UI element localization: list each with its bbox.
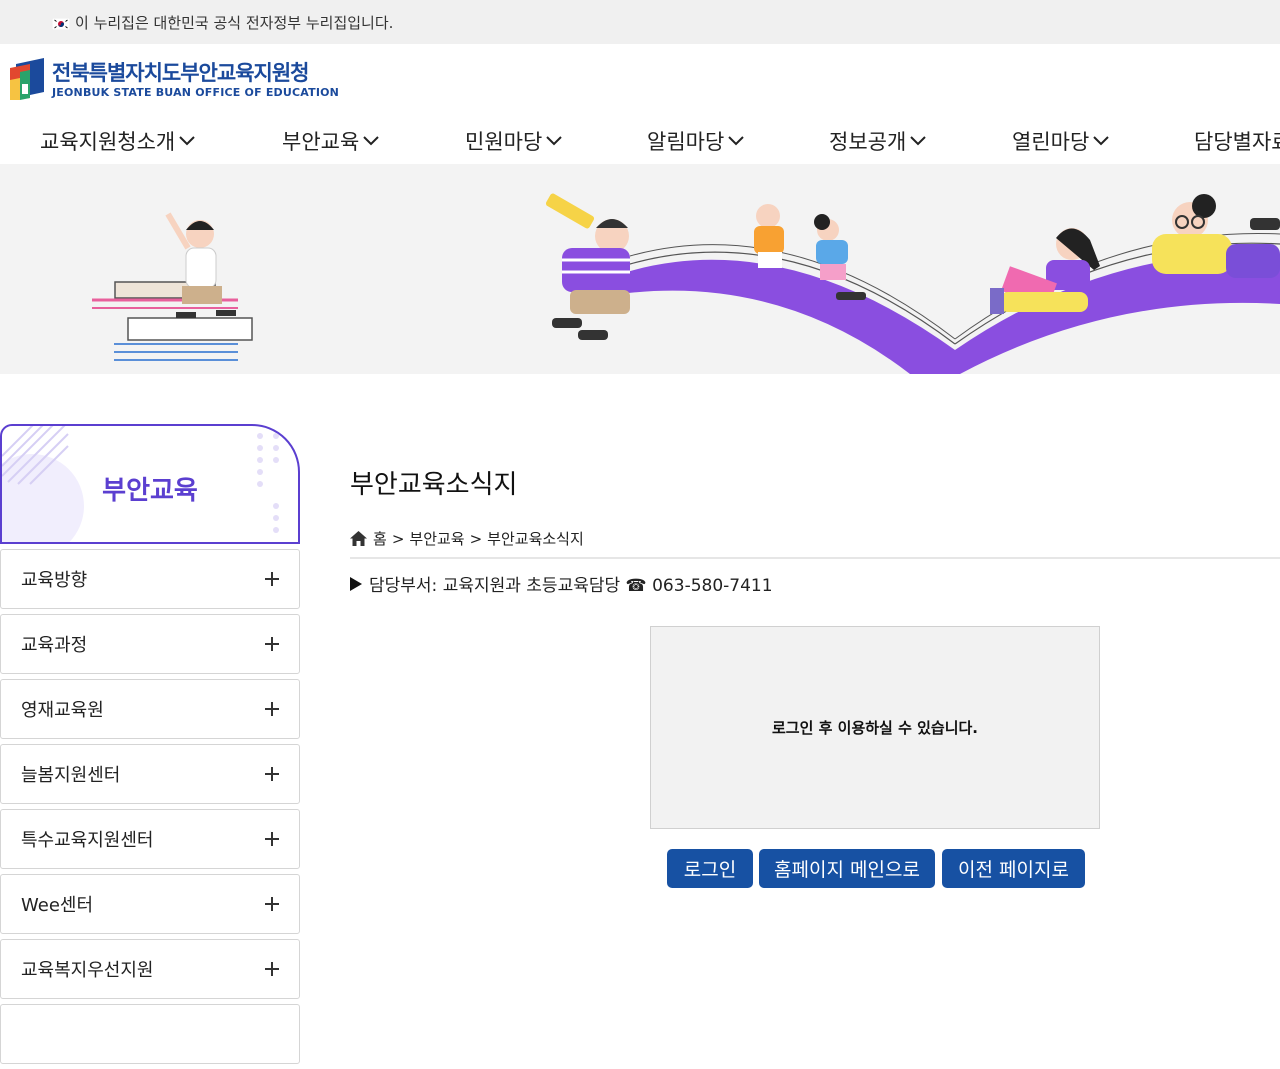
gnb-label: 부안교육 — [282, 130, 360, 154]
gnb-item-resources[interactable]: 담당별자료 — [1194, 126, 1280, 156]
plus-icon[interactable] — [265, 702, 279, 716]
sidebar-item-special-edu[interactable]: 특수교육지원센터 — [0, 809, 300, 869]
breadcrumb-level1[interactable]: 부안교육 — [409, 528, 464, 549]
dept-info-text: 담당부서: 교육지원과 초등교육담당 ☎ 063-580-7411 — [369, 576, 773, 596]
sidebar-item-gifted[interactable]: 영재교육원 — [0, 679, 300, 739]
kid-with-glasses-illustration — [1152, 194, 1280, 278]
logo-name-en: JEONBUK STATE BUAN OFFICE OF EDUCATION — [52, 85, 340, 99]
sidebar-item-curriculum[interactable]: 교육과정 — [0, 614, 300, 674]
sidebar-item-label: 교육방향 — [21, 570, 88, 591]
sidebar-item-welfare[interactable]: 교육복지우선지원 — [0, 939, 300, 999]
sidebar-item-wee-center[interactable]: Wee센터 — [0, 874, 300, 934]
girl-with-book-illustration — [990, 228, 1100, 314]
home-main-button[interactable]: 홈페이지 메인으로 — [759, 849, 935, 888]
sidebar-title: 부안교육 — [102, 476, 198, 506]
plus-icon[interactable] — [265, 572, 279, 586]
korea-flag-icon — [51, 16, 71, 31]
gnb-item-open[interactable]: 열린마당 — [1012, 126, 1110, 156]
home-icon[interactable] — [350, 531, 367, 546]
chevron-down-icon — [910, 136, 926, 146]
login-button[interactable]: 로그인 — [667, 849, 753, 888]
chevron-down-icon — [728, 136, 744, 146]
previous-page-button[interactable]: 이전 페이지로 — [942, 849, 1085, 888]
sidebar-item-more[interactable] — [0, 1004, 300, 1064]
chevron-down-icon — [546, 136, 562, 146]
gnb-label: 정보공개 — [829, 130, 907, 154]
gnb-label: 교육지원청소개 — [40, 130, 176, 154]
gnb-item-notice[interactable]: 알림마당 — [647, 126, 745, 156]
chevron-down-icon — [1093, 136, 1109, 146]
breadcrumb-divider — [350, 557, 1280, 559]
plus-icon[interactable] — [265, 637, 279, 651]
gnb-label: 민원마당 — [465, 130, 543, 154]
breadcrumb-separator: > — [391, 529, 405, 548]
sidebar-item-label: Wee센터 — [21, 895, 94, 916]
gnb-label: 담당별자료 — [1194, 130, 1280, 154]
site-header: 전북특별자치도부안교육지원청 JEONBUK STATE BUAN OFFICE… — [0, 44, 1280, 164]
sidebar-item-label: 영재교육원 — [21, 700, 104, 721]
login-required-box: 로그인 후 이용하실 수 있습니다. — [650, 626, 1100, 829]
triangle-bullet-icon — [350, 576, 362, 591]
breadcrumb: 홈 > 부안교육 > 부안교육소식지 — [350, 528, 584, 549]
site-logo[interactable]: 전북특별자치도부안교육지원청 JEONBUK STATE BUAN OFFICE… — [8, 58, 339, 100]
plus-icon[interactable] — [265, 832, 279, 846]
girl-on-books-illustration — [165, 212, 236, 318]
chevron-down-icon — [179, 136, 195, 146]
dept-info: 담당부서: 교육지원과 초등교육담당 ☎ 063-580-7411 — [350, 571, 773, 596]
plus-icon[interactable] — [265, 962, 279, 976]
sidebar-menu: 교육방향 교육과정 영재교육원 늘봄지원센터 특수교육지원센터 Wee센터 교육… — [0, 549, 300, 1069]
hero-illustration — [92, 193, 1280, 374]
logo-name-ko: 전북특별자치도부안교육지원청 — [52, 60, 309, 85]
sidebar-item-label: 특수교육지원센터 — [21, 830, 154, 851]
breadcrumb-home[interactable]: 홈 — [373, 528, 387, 549]
sidebar-item-neulbom[interactable]: 늘봄지원센터 — [0, 744, 300, 804]
gov-banner: 이 누리집은 대한민국 공식 전자정부 누리집입니다. — [0, 0, 1280, 44]
gnb-label: 열린마당 — [1012, 130, 1090, 154]
boy-with-pencil-illustration — [545, 193, 630, 340]
book-stack-illustration — [92, 281, 253, 361]
gnb-item-buan-edu[interactable]: 부안교육 — [282, 126, 380, 156]
page-title: 부안교육소식지 — [350, 470, 518, 500]
plus-icon[interactable] — [265, 897, 279, 911]
breadcrumb-separator: > — [469, 529, 483, 548]
gov-banner-text: 이 누리집은 대한민국 공식 전자정부 누리집입니다. — [75, 13, 394, 32]
gnb-item-civil[interactable]: 민원마당 — [465, 126, 563, 156]
login-required-message: 로그인 후 이용하실 수 있습니다. — [772, 719, 978, 737]
chevron-down-icon — [363, 136, 379, 146]
plus-icon[interactable] — [265, 767, 279, 781]
hero-banner — [0, 164, 1280, 374]
sidebar-item-edu-direction[interactable]: 교육방향 — [0, 549, 300, 609]
breadcrumb-current: 부안교육소식지 — [487, 530, 584, 548]
gnb-item-intro[interactable]: 교육지원청소개 — [40, 126, 196, 156]
sidebar-item-label: 교육복지우선지원 — [21, 960, 154, 981]
global-nav: 교육지원청소개 부안교육 민원마당 알림마당 정보공개 열린마당 담당별자료 — [0, 126, 1280, 164]
sidebar-title-box: 부안교육 — [0, 424, 300, 544]
sidebar-item-label: 교육과정 — [21, 635, 88, 656]
gnb-label: 알림마당 — [647, 130, 725, 154]
gnb-item-info[interactable]: 정보공개 — [829, 126, 927, 156]
sidebar-item-label: 늘봄지원센터 — [21, 765, 121, 786]
logo-emblem-icon — [8, 58, 46, 100]
